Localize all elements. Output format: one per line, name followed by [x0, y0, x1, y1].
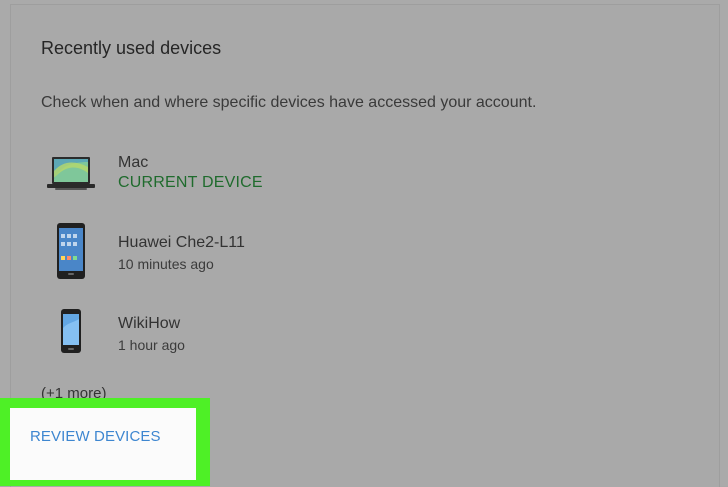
- laptop-icon: [41, 150, 101, 210]
- device-name: Huawei Che2-L11: [118, 234, 245, 251]
- section-description: Check when and where specific devices ha…: [41, 94, 537, 111]
- device-last-used: 1 hour ago: [118, 337, 185, 353]
- device-item-huawei[interactable]: Huawei Che2-L11 10 minutes ago: [41, 220, 441, 280]
- phone-icon: [41, 305, 101, 365]
- device-item-mac[interactable]: Mac CURRENT DEVICE: [41, 150, 441, 210]
- device-last-used: 10 minutes ago: [118, 256, 214, 272]
- smartphone-icon: [41, 220, 101, 280]
- device-item-wikihow[interactable]: WikiHow 1 hour ago: [41, 305, 441, 365]
- page-background: Recently used devices Check when and whe…: [0, 0, 728, 487]
- device-name: Mac: [118, 154, 149, 171]
- device-name: WikiHow: [118, 315, 181, 332]
- review-devices-button[interactable]: REVIEW DEVICES: [10, 408, 196, 480]
- current-device-label: CURRENT DEVICE: [118, 174, 263, 191]
- section-title: Recently used devices: [41, 38, 222, 58]
- review-devices-link[interactable]: REVIEW DEVICES: [30, 428, 161, 445]
